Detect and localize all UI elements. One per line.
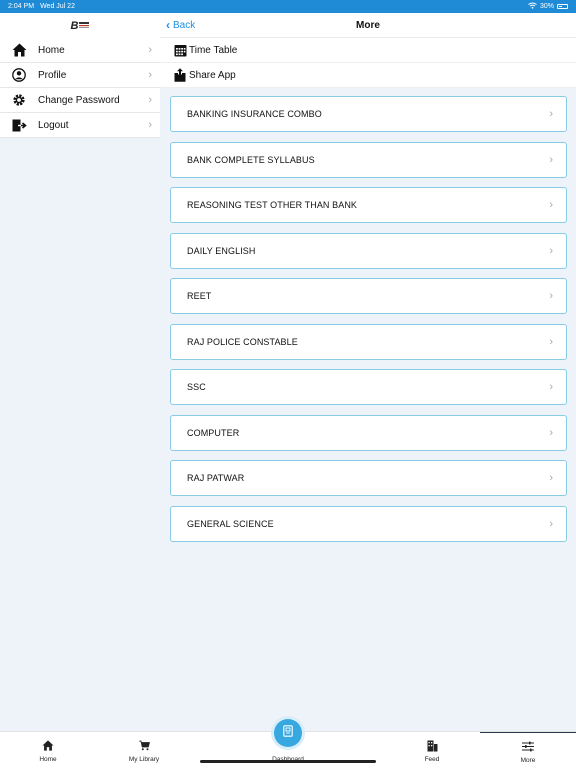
- tab-home[interactable]: Home: [0, 732, 96, 768]
- status-time: 2:04 PM: [8, 3, 35, 10]
- course-item[interactable]: SSC ›: [170, 369, 567, 405]
- course-label: RAJ PATWAR: [187, 473, 245, 483]
- share-icon: [173, 68, 187, 82]
- chevron-right-icon: ›: [148, 94, 152, 106]
- main-panel: ‹ Back More Time Table Share App BANKING…: [160, 13, 576, 731]
- chevron-right-icon: ›: [549, 290, 553, 302]
- profile-icon: [11, 67, 27, 83]
- course-item[interactable]: DAILY ENGLISH ›: [170, 232, 567, 269]
- share-app-label: Share App: [189, 69, 236, 81]
- chevron-right-icon: ›: [549, 335, 553, 348]
- cart-icon: [138, 739, 150, 752]
- navigation-bar: ‹ Back More: [160, 13, 576, 38]
- back-label: Back: [173, 19, 196, 31]
- course-item[interactable]: RAJ PATWAR ›: [170, 460, 567, 496]
- home-icon: [42, 739, 54, 752]
- tab-feed[interactable]: Feed: [384, 732, 480, 768]
- course-item[interactable]: REET ›: [170, 278, 567, 314]
- course-label: RAJ POLICE CONSTABLE: [187, 336, 298, 347]
- course-label: BANKING INSURANCE COMBO: [187, 109, 322, 119]
- chevron-right-icon: ›: [549, 517, 553, 530]
- chevron-left-icon: ‹: [166, 18, 170, 32]
- dashboard-icon: [283, 724, 293, 742]
- tab-label: Feed: [424, 756, 440, 763]
- time-table-label: Time Table: [189, 44, 238, 56]
- tab-my-library[interactable]: My Library: [96, 732, 192, 768]
- tab-label: My Library: [128, 756, 160, 763]
- tab-label: More: [520, 757, 536, 764]
- sidebar-item-profile[interactable]: Profile ›: [0, 63, 160, 88]
- course-label: REASONING TEST OTHER THAN BANK: [187, 200, 358, 210]
- dashboard-button[interactable]: [274, 719, 302, 747]
- feed-icon: [427, 739, 438, 752]
- wifi-icon: [528, 2, 537, 11]
- status-right: 30%: [528, 2, 568, 11]
- sidebar-item-label: Logout: [38, 119, 69, 131]
- course-label: REET: [187, 291, 212, 301]
- battery-percent: 30%: [539, 3, 554, 10]
- page-title: More: [356, 19, 380, 31]
- battery-icon: [557, 4, 568, 9]
- logo-letter: B: [70, 19, 79, 32]
- logo-graphic: [79, 21, 90, 28]
- logout-icon: [11, 117, 27, 133]
- sliders-icon: [522, 740, 534, 753]
- course-label: COMPUTER: [187, 427, 240, 438]
- home-icon: [11, 42, 27, 58]
- tab-more[interactable]: More: [480, 732, 576, 768]
- course-label: DAILY ENGLISH: [187, 245, 256, 256]
- app-logo: B: [0, 13, 160, 38]
- course-item[interactable]: GENERAL SCIENCE ›: [170, 505, 567, 542]
- calendar-icon: [173, 43, 187, 57]
- sidebar-item-label: Change Password: [38, 94, 120, 106]
- chevron-right-icon: ›: [549, 472, 553, 484]
- status-date: Wed Jul 22: [40, 3, 75, 10]
- chevron-right-icon: ›: [148, 69, 152, 81]
- chevron-right-icon: ›: [549, 199, 553, 211]
- tab-label: Home: [39, 756, 57, 763]
- course-item[interactable]: REASONING TEST OTHER THAN BANK ›: [170, 187, 567, 223]
- course-label: SSC: [187, 382, 206, 392]
- share-app-row[interactable]: Share App: [160, 63, 576, 88]
- course-item[interactable]: COMPUTER ›: [170, 414, 567, 451]
- course-item[interactable]: BANK COMPLETE SYLLABUS ›: [170, 141, 567, 178]
- status-bar: 2:04 PM Wed Jul 22 30%: [0, 0, 576, 13]
- course-label: BANK COMPLETE SYLLABUS: [187, 154, 315, 165]
- course-item[interactable]: BANKING INSURANCE COMBO ›: [170, 96, 567, 132]
- chevron-right-icon: ›: [549, 108, 553, 120]
- sidebar-item-label: Profile: [38, 69, 67, 81]
- time-table-row[interactable]: Time Table: [160, 38, 576, 63]
- sidebar-empty-area: [0, 138, 160, 731]
- course-item[interactable]: RAJ POLICE CONSTABLE ›: [170, 323, 567, 360]
- chevron-right-icon: ›: [549, 426, 553, 439]
- course-list: BANKING INSURANCE COMBO › BANK COMPLETE S…: [160, 88, 576, 542]
- chevron-right-icon: ›: [148, 44, 152, 56]
- course-label: GENERAL SCIENCE: [187, 518, 274, 529]
- sidebar: B Home › Profile › Change Password › Log…: [0, 13, 160, 731]
- chevron-right-icon: ›: [549, 381, 553, 393]
- sidebar-item-logout[interactable]: Logout ›: [0, 113, 160, 138]
- chevron-right-icon: ›: [549, 244, 553, 257]
- sidebar-item-home[interactable]: Home ›: [0, 38, 160, 63]
- gear-icon: [11, 92, 27, 108]
- sidebar-item-change-password[interactable]: Change Password ›: [0, 88, 160, 113]
- sidebar-item-label: Home: [38, 44, 65, 56]
- back-button[interactable]: ‹ Back: [166, 18, 195, 32]
- chevron-right-icon: ›: [549, 153, 553, 166]
- home-indicator: [200, 760, 376, 763]
- chevron-right-icon: ›: [148, 119, 152, 131]
